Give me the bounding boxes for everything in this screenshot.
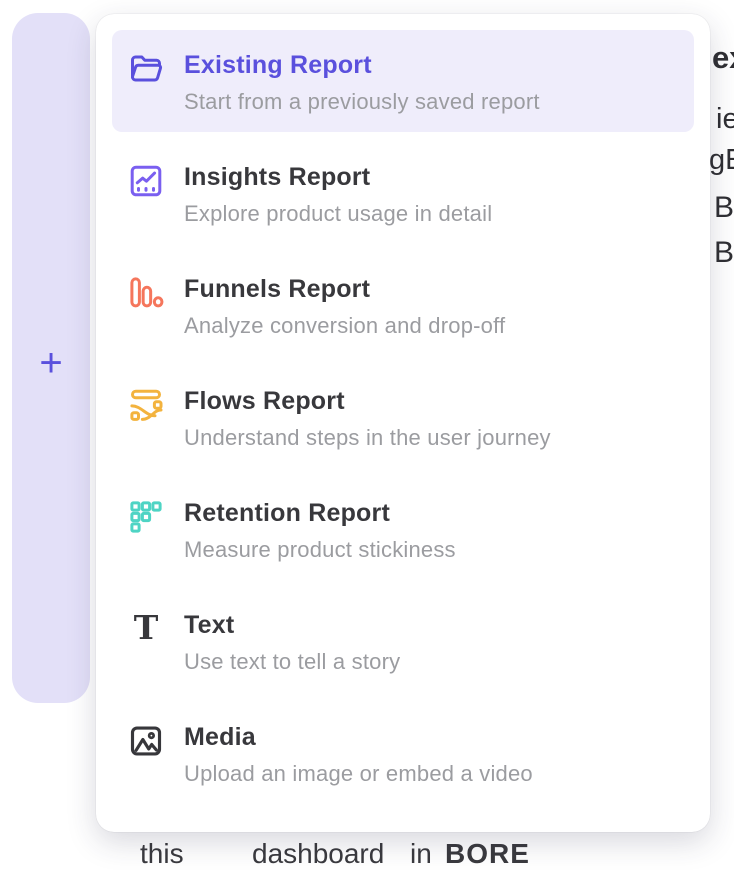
menu-item-text: Funnels Report Analyze conversion and dr…: [184, 274, 505, 340]
menu-item-text: Text Use text to tell a story: [184, 610, 400, 676]
flows-stream-icon: [128, 387, 164, 423]
funnels-bars-icon: [128, 275, 164, 311]
background-text-fragment: dashboard: [252, 838, 384, 870]
media-image-icon: [128, 723, 164, 759]
add-content-rail[interactable]: +: [12, 13, 90, 703]
background-text-fragment: ie: [716, 103, 734, 136]
menu-item-text: Flows Report Understand steps in the use…: [184, 386, 551, 452]
menu-item-subtitle: Measure product stickiness: [184, 536, 456, 564]
folder-open-icon: [128, 51, 164, 87]
menu-item-title: Text: [184, 610, 400, 640]
add-report-menu: Existing Report Start from a previously …: [96, 14, 710, 832]
insights-chart-icon: [128, 163, 164, 199]
menu-item-title: Media: [184, 722, 533, 752]
menu-item-subtitle: Use text to tell a story: [184, 648, 400, 676]
menu-item-subtitle: Analyze conversion and drop-off: [184, 312, 505, 340]
menu-item-text: Existing Report Start from a previously …: [184, 50, 540, 116]
background-text-fragment: BORE: [445, 838, 530, 870]
menu-item-title: Existing Report: [184, 50, 540, 80]
retention-grid-icon: [128, 499, 164, 535]
background-text-fragment: B: [714, 236, 734, 270]
menu-item-title: Retention Report: [184, 498, 456, 528]
menu-item-retention-report[interactable]: Retention Report Measure product stickin…: [112, 478, 694, 580]
plus-icon: +: [39, 343, 62, 383]
menu-item-subtitle: Understand steps in the user journey: [184, 424, 551, 452]
menu-item-text-block[interactable]: T Text Use text to tell a story: [112, 590, 694, 692]
menu-item-text: Insights Report Explore product usage in…: [184, 162, 492, 228]
menu-item-media-block[interactable]: Media Upload an image or embed a video: [112, 702, 694, 804]
menu-item-flows-report[interactable]: Flows Report Understand steps in the use…: [112, 366, 694, 468]
menu-item-text: Media Upload an image or embed a video: [184, 722, 533, 788]
text-serif-icon: T: [128, 611, 164, 647]
menu-item-insights-report[interactable]: Insights Report Explore product usage in…: [112, 142, 694, 244]
menu-item-subtitle: Start from a previously saved report: [184, 88, 540, 116]
menu-item-title: Insights Report: [184, 162, 492, 192]
background-text-fragment: this: [140, 838, 184, 870]
menu-item-funnels-report[interactable]: Funnels Report Analyze conversion and dr…: [112, 254, 694, 356]
menu-item-text: Retention Report Measure product stickin…: [184, 498, 456, 564]
background-text-fragment: B: [714, 191, 734, 225]
background-text-fragment: in: [410, 838, 432, 870]
menu-item-title: Funnels Report: [184, 274, 505, 304]
background-text-fragment: ex: [712, 40, 734, 76]
menu-item-existing-report[interactable]: Existing Report Start from a previously …: [112, 30, 694, 132]
background-text-fragment: gE: [709, 144, 734, 177]
menu-item-subtitle: Upload an image or embed a video: [184, 760, 533, 788]
menu-item-subtitle: Explore product usage in detail: [184, 200, 492, 228]
menu-item-title: Flows Report: [184, 386, 551, 416]
